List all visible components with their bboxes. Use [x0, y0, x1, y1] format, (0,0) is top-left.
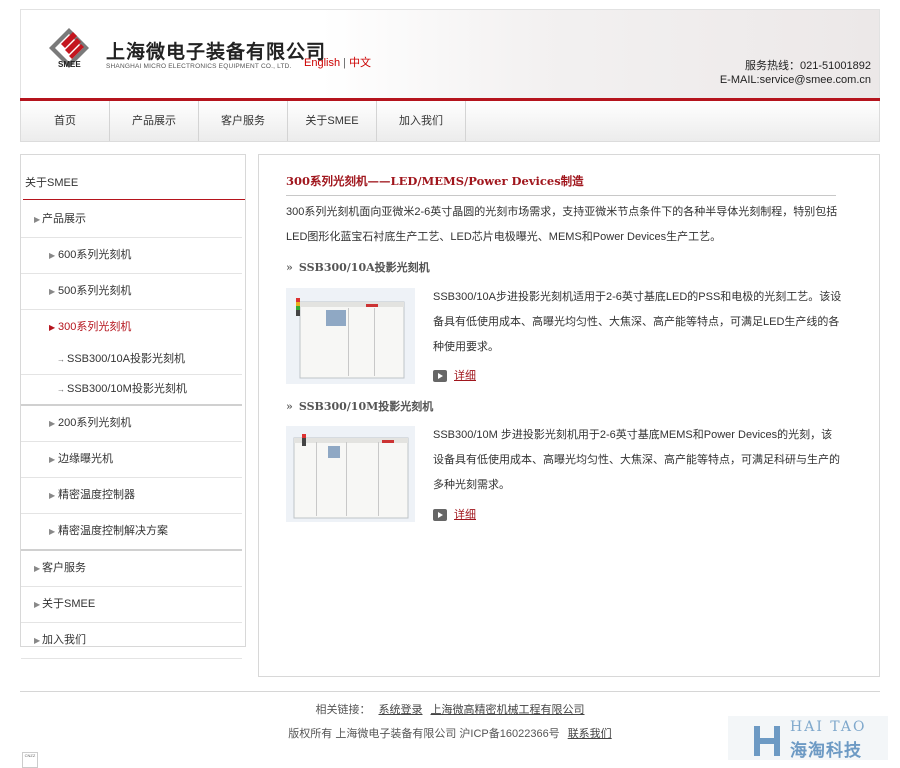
sidebar-item-label: 关于SMEE [42, 598, 96, 610]
language-switch: English | 中文 [304, 54, 371, 70]
arrow-right-icon: → [57, 355, 65, 364]
watermark-cn: 海淘科技 [790, 741, 862, 760]
lang-english-link[interactable]: English [304, 57, 340, 69]
double-arrow-icon: » [286, 400, 293, 413]
nav-about[interactable]: 关于SMEE [288, 101, 377, 141]
sidebar-item-label: 300系列光刻机 [58, 321, 132, 333]
arrow-right-icon: ▶ [49, 251, 56, 260]
sidebar-title: 关于SMEE [21, 155, 245, 202]
sidebar-item-temp-controller[interactable]: ▶ 精密温度控制器 [21, 478, 242, 514]
sidebar-item-200[interactable]: ▶ 200系列光刻机 [21, 406, 242, 442]
play-icon [433, 370, 447, 383]
sidebar-item-label: 精密温度控制器 [58, 489, 135, 501]
system-login-link[interactable]: 系统登录 [379, 704, 423, 716]
haitao-logo-icon [754, 726, 780, 756]
partner-company-link[interactable]: 上海微高精密机械工程有限公司 [431, 704, 585, 716]
company-name-cn: 上海微电子装备有限公司 [106, 42, 327, 63]
product-image[interactable] [286, 288, 415, 384]
sidebar-item-label: 边缘曝光机 [58, 453, 113, 465]
detail-link[interactable]: 详细 [433, 367, 476, 383]
sidebar-item-300[interactable]: ▶ 300系列光刻机 [21, 310, 242, 345]
nav-join[interactable]: 加入我们 [377, 101, 466, 141]
copyright-text: 版权所有 上海微电子装备有限公司 沪ICP备16022366号 [288, 728, 560, 740]
detail-link[interactable]: 详细 [433, 506, 476, 522]
sidebar-item-label: 产品展示 [42, 213, 86, 225]
arrow-right-icon: ▶ [49, 455, 56, 464]
sidebar-item-edge-exposure[interactable]: ▶ 边缘曝光机 [21, 442, 242, 478]
site-header: SMEE 上海微电子装备有限公司 SHANGHAI MICRO ELECTRON… [20, 9, 880, 98]
lang-chinese-link[interactable]: 中文 [349, 57, 371, 69]
logo-short-text: SMEE [58, 60, 81, 69]
cnzz-label: CNZZ [24, 753, 36, 758]
lithography-machine-image [286, 288, 415, 384]
product-description: SSB300/10M 步进投影光刻机用于2-6英寸基底MEMS和Power De… [433, 429, 840, 491]
links-label: 相关链接： [315, 704, 371, 716]
lithography-machine-image [286, 426, 415, 522]
arrow-right-icon: ▶ [34, 636, 41, 645]
sidebar-item-label: 600系列光刻机 [58, 249, 132, 261]
sidebar-item-600[interactable]: ▶ 600系列光刻机 [21, 238, 242, 274]
product-image[interactable] [286, 426, 415, 522]
product-heading[interactable]: » SSB300/10M投影光刻机 [286, 398, 433, 414]
main-nav: 首页 产品展示 客户服务 关于SMEE 加入我们 [20, 101, 880, 142]
sidebar-item-label: 500系列光刻机 [58, 285, 132, 297]
main-content: 300系列光刻机——LED/MEMS/Power Devices制造 300系列… [258, 154, 880, 677]
footer-links: 相关链接： 系统登录 上海微高精密机械工程有限公司 [0, 701, 900, 717]
sidebar-item-label: SSB300/10A投影光刻机 [67, 353, 185, 365]
sidebar-item-label: 加入我们 [42, 634, 86, 646]
arrow-right-icon: ▶ [49, 527, 56, 536]
nav-home[interactable]: 首页 [21, 101, 110, 141]
nav-service[interactable]: 客户服务 [199, 101, 288, 141]
sidebar-item-service[interactable]: ▶ 客户服务 [21, 551, 242, 587]
nav-products[interactable]: 产品展示 [110, 101, 199, 141]
footer-divider [20, 691, 880, 692]
sidebar-item-about[interactable]: ▶ 关于SMEE [21, 587, 242, 623]
page-wrapper: SMEE 上海微电子装备有限公司 SHANGHAI MICRO ELECTRON… [20, 9, 880, 677]
company-name-en: SHANGHAI MICRO ELECTRONICS EQUIPMENT CO.… [106, 63, 292, 70]
watermark-en: HAI TAO [790, 719, 867, 735]
product-description: SSB300/10A步进投影光刻机适用于2-6英寸基底LED的PSS和电极的光刻… [433, 291, 842, 353]
play-icon [433, 509, 447, 522]
arrow-right-icon: ▶ [49, 287, 56, 296]
sidebar: 关于SMEE ▶ 产品展示 ▶ 600系列光刻机 ▶ 500系列光刻机 ▶ 300系列光… [20, 154, 246, 659]
arrow-right-icon: ▶ [49, 419, 56, 428]
arrow-right-icon: ▶ [49, 323, 56, 332]
detail-label: 详细 [454, 370, 476, 382]
double-arrow-icon: » [286, 261, 293, 274]
arrow-right-icon: ▶ [49, 491, 56, 500]
arrow-right-icon: ▶ [34, 215, 41, 224]
sidebar-item-products[interactable]: ▶ 产品展示 [21, 202, 242, 238]
arrow-right-icon: ▶ [34, 600, 41, 609]
sidebar-item-500[interactable]: ▶ 500系列光刻机 [21, 274, 242, 310]
email-text: E-MAIL:service@smee.com.cn [719, 74, 871, 86]
sidebar-item-label: 精密温度控制解决方案 [58, 525, 168, 537]
detail-label: 详细 [454, 509, 476, 521]
arrow-right-icon: → [57, 385, 65, 394]
sidebar-item-label: SSB300/10M投影光刻机 [67, 383, 187, 395]
sidebar-item-join[interactable]: ▶ 加入我们 [21, 623, 242, 659]
product-name: SSB300/10M投影光刻机 [298, 400, 434, 413]
product-name: SSB300/10A投影光刻机 [298, 261, 430, 274]
hotline-text: 服务热线：021-51001892 [745, 60, 871, 72]
sidebar-item-ssb300-10m[interactable]: → SSB300/10M投影光刻机 [21, 375, 242, 406]
sidebar-item-ssb300-10a[interactable]: → SSB300/10A投影光刻机 [21, 345, 242, 375]
contact-info: 服务热线：021-51001892 E-MAIL:service@smee.co… [720, 59, 871, 87]
contact-us-link[interactable]: 联系我们 [568, 728, 612, 740]
cnzz-stats-icon[interactable]: CNZZ [22, 752, 38, 768]
page-title: 300系列光刻机——LED/MEMS/Power Devices制造 [286, 173, 836, 196]
sidebar-item-temp-solution[interactable]: ▶ 精密温度控制解决方案 [21, 514, 242, 551]
intro-text: 300系列光刻机面向亚微米2-6英寸晶圆的光刻市场需求，支持亚微米节点条件下的各… [286, 206, 838, 243]
arrow-right-icon: ▶ [34, 564, 41, 573]
sidebar-item-label: 200系列光刻机 [58, 417, 132, 429]
product-heading[interactable]: » SSB300/10A投影光刻机 [286, 259, 430, 275]
sidebar-menu: ▶ 产品展示 ▶ 600系列光刻机 ▶ 500系列光刻机 ▶ 300系列光刻机 → SSB… [21, 202, 245, 659]
sidebar-item-label: 客户服务 [42, 562, 86, 574]
lang-separator: | [343, 57, 346, 69]
